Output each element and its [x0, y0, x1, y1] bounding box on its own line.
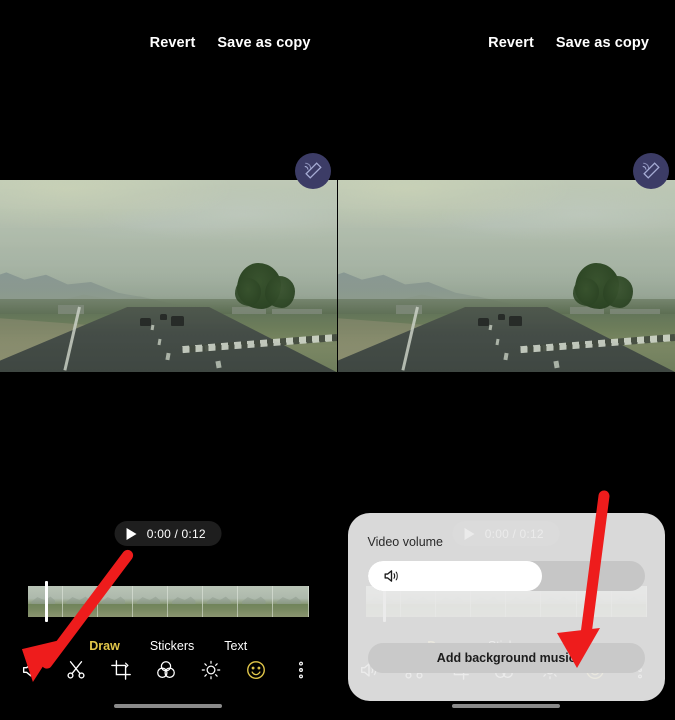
timeline-frame[interactable] [63, 586, 99, 617]
timeline-frame[interactable] [203, 586, 239, 617]
save-as-copy-button[interactable]: Save as copy [556, 35, 649, 51]
video-preview[interactable] [337, 180, 675, 372]
timeline-frame[interactable] [168, 586, 204, 617]
gesture-navigation-bar [114, 704, 223, 708]
revert-button[interactable]: Revert [150, 35, 196, 51]
playback-time: 0:00 / 0:12 [146, 526, 206, 541]
video-frame-image [337, 180, 675, 372]
video-volume-label: Video volume [367, 535, 444, 549]
save-as-copy-button[interactable]: Save as copy [217, 35, 310, 51]
more-options-icon[interactable] [286, 655, 316, 685]
panel-right-volume-sheet: Revert Save as copy Video volume Add bac… [337, 0, 675, 720]
timeline-frame[interactable] [238, 586, 274, 617]
volume-icon[interactable] [16, 655, 46, 685]
timeline-frame[interactable] [273, 586, 309, 617]
gesture-navigation-bar [452, 704, 561, 708]
top-action-bar: Revert Save as copy [0, 0, 337, 90]
filters-icon[interactable] [151, 655, 181, 685]
crop-icon[interactable] [106, 655, 136, 685]
panel-left-editor: Revert Save as copy 0:00 / 0:12 Draw Sti… [0, 0, 338, 720]
magic-edit-button[interactable] [294, 153, 331, 189]
video-volume-slider[interactable] [367, 561, 645, 591]
video-timeline[interactable] [28, 586, 309, 617]
video-frame-image [0, 180, 337, 372]
brightness-icon[interactable] [196, 655, 226, 685]
video-volume-sheet: Video volume Add background music [347, 513, 665, 701]
magic-pen-icon [304, 162, 322, 179]
scissors-icon[interactable] [61, 655, 91, 685]
video-color-tint [0, 180, 337, 372]
timeline-frame[interactable] [133, 586, 169, 617]
timeline-frame[interactable] [98, 586, 134, 617]
magic-pen-icon [642, 162, 660, 179]
revert-button[interactable]: Revert [488, 35, 534, 51]
top-action-bar: Revert Save as copy [338, 0, 675, 90]
add-background-music-button[interactable]: Add background music [367, 643, 645, 673]
bottom-toolbar [0, 648, 337, 692]
magic-edit-button[interactable] [633, 153, 669, 189]
timeline-playhead[interactable] [45, 581, 48, 622]
video-color-tint [337, 180, 675, 372]
screenshot-stage: Revert Save as copy 0:00 / 0:12 Draw Sti… [0, 0, 675, 720]
volume-icon [382, 567, 401, 586]
play-icon[interactable] [126, 527, 137, 540]
play-control-pill[interactable]: 0:00 / 0:12 [114, 521, 222, 546]
smiley-icon[interactable] [241, 655, 271, 685]
video-preview[interactable] [0, 180, 337, 372]
